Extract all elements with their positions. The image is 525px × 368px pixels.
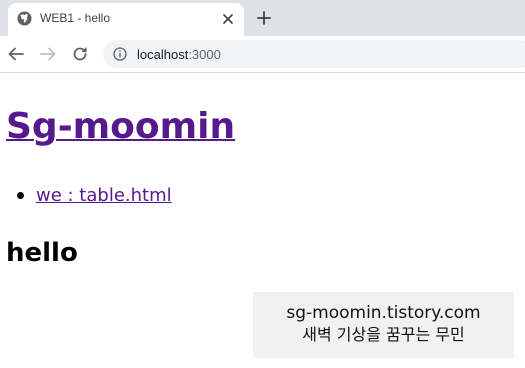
watermark-tagline: 새벽 기상을 꿈꾸는 무민	[302, 325, 465, 344]
globe-icon	[17, 11, 32, 26]
plus-icon[interactable]	[255, 9, 273, 27]
topic-link[interactable]: we : table.html	[36, 185, 172, 206]
browser-toolbar: localhost:3000	[0, 36, 525, 73]
watermark-url: sg-moomin.tistory.com	[286, 303, 481, 323]
url-text[interactable]: localhost:3000	[137, 47, 221, 62]
topic-list: we : table.html	[17, 184, 172, 208]
watermark: sg-moomin.tistory.com 새벽 기상을 꿈꾸는 무민	[253, 292, 514, 358]
page-heading: hello	[6, 238, 78, 268]
url-port: :3000	[188, 47, 221, 62]
arrow-right-icon[interactable]	[39, 45, 57, 63]
url-host: localhost	[137, 47, 189, 62]
list-item: we : table.html	[17, 184, 172, 208]
info-icon[interactable]	[113, 47, 127, 61]
site-title-link[interactable]: Sg-moomin	[6, 106, 235, 147]
tab-title: WEB1 - hello	[40, 11, 111, 25]
browser-tab[interactable]: WEB1 - hello	[8, 3, 244, 36]
reload-icon[interactable]	[71, 45, 89, 63]
close-icon[interactable]	[221, 12, 235, 26]
address-bar[interactable]: localhost:3000	[103, 40, 525, 68]
tab-strip: WEB1 - hello	[0, 0, 525, 36]
site-title: Sg-moomin	[6, 105, 235, 149]
arrow-left-icon[interactable]	[7, 45, 25, 63]
